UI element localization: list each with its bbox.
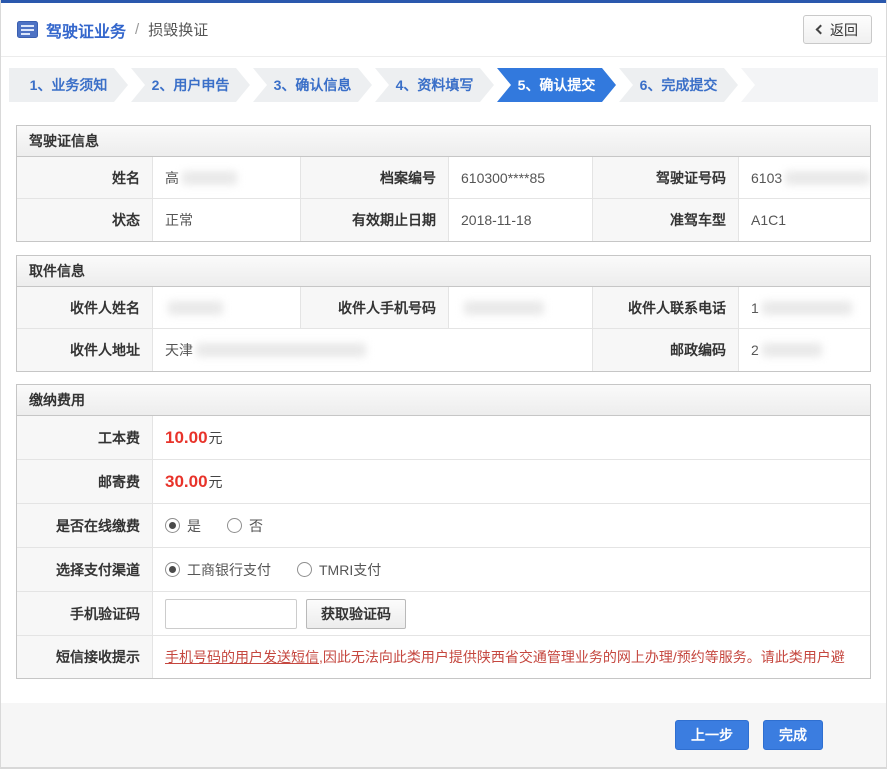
sms-notice-text: 因陕西省联通、电信运营商技术问题，陕西省互联网交通安全综合服务管理平台无法向持陕… bbox=[153, 636, 870, 678]
sms-code-row: 获取验证码 bbox=[153, 592, 870, 636]
channel-icbc-label: 工商银行支付 bbox=[187, 561, 271, 578]
step-5-confirm-submit[interactable]: 5、确认提交 bbox=[497, 68, 616, 102]
breadcrumb-divider: / bbox=[135, 21, 140, 38]
postal-code-value: 2 bbox=[739, 329, 870, 371]
step-label: 6、完成提交 bbox=[639, 77, 718, 93]
postage-fee-amount: 30.00 bbox=[165, 471, 208, 491]
online-yes-option[interactable]: 是 bbox=[165, 516, 201, 536]
name-value: 高 bbox=[153, 157, 301, 199]
license-business-icon bbox=[17, 21, 38, 38]
vehicle-class-label: 准驾车型 bbox=[593, 199, 739, 241]
postage-fee-unit: 元 bbox=[208, 473, 223, 490]
payment-section-title: 缴纳费用 bbox=[17, 385, 870, 416]
recipient-mobile-value bbox=[449, 287, 593, 329]
page: 驾驶证业务 / 损毁换证 返回 1、业务须知 2、用户申告 3、确认信息 4、资… bbox=[0, 0, 887, 769]
license-number-value: 6103 bbox=[739, 157, 870, 199]
status-value: 正常 bbox=[153, 199, 301, 241]
step-1-business-notice[interactable]: 1、业务须知 bbox=[9, 68, 128, 102]
back-button[interactable]: 返回 bbox=[803, 15, 872, 44]
step-wizard-tail bbox=[741, 68, 878, 102]
step-label: 1、业务须知 bbox=[29, 77, 108, 93]
work-fee-amount: 10.00 bbox=[165, 427, 208, 447]
step-label: 5、确认提交 bbox=[517, 77, 596, 93]
page-title-secondary: 损毁换证 bbox=[148, 22, 209, 39]
footer-action-bar: 上一步 完成 bbox=[1, 703, 886, 769]
file-number-value: 610300****85 bbox=[449, 157, 593, 199]
back-chevron-icon bbox=[815, 24, 826, 35]
postage-fee-value: 30.00 元 bbox=[153, 460, 870, 504]
license-info-section: 驾驶证信息 姓名 高 档案编号 610300****85 驾驶证号码 6103 … bbox=[16, 125, 871, 242]
sms-notice-label: 短信接收提示 bbox=[17, 636, 153, 678]
redacted-blob bbox=[785, 170, 870, 185]
license-number-label: 驾驶证号码 bbox=[593, 157, 739, 199]
step-6-complete-submit[interactable]: 6、完成提交 bbox=[619, 68, 738, 102]
online-yes-label: 是 bbox=[187, 517, 201, 534]
channel-tmri-label: TMRI支付 bbox=[319, 561, 382, 578]
radio-checked-icon[interactable] bbox=[165, 562, 180, 577]
online-no-label: 否 bbox=[249, 517, 263, 534]
postage-fee-label: 邮寄费 bbox=[17, 460, 153, 504]
recipient-address-label: 收件人地址 bbox=[17, 329, 153, 371]
get-sms-code-button[interactable]: 获取验证码 bbox=[306, 598, 406, 629]
previous-step-button[interactable]: 上一步 bbox=[675, 720, 749, 750]
online-payment-options: 是 否 bbox=[153, 504, 870, 548]
expiry-date-label: 有效期止日期 bbox=[301, 199, 449, 241]
redacted-blob bbox=[761, 343, 822, 357]
recipient-address-value: 天津 bbox=[153, 329, 593, 371]
step-2-user-declaration[interactable]: 2、用户申告 bbox=[131, 68, 250, 102]
step-label: 4、资料填写 bbox=[395, 77, 474, 93]
postal-code-label: 邮政编码 bbox=[593, 329, 739, 371]
back-button-label: 返回 bbox=[830, 21, 858, 38]
recipient-mobile-label: 收件人手机号码 bbox=[301, 287, 449, 329]
recipient-phone-label: 收件人联系电话 bbox=[593, 287, 739, 329]
recipient-name-label: 收件人姓名 bbox=[17, 287, 153, 329]
redacted-blob bbox=[182, 170, 237, 185]
redacted-blob bbox=[168, 300, 223, 315]
work-fee-unit: 元 bbox=[208, 429, 223, 446]
step-4-fill-data[interactable]: 4、资料填写 bbox=[375, 68, 494, 102]
name-label: 姓名 bbox=[17, 157, 153, 199]
online-no-option[interactable]: 否 bbox=[227, 516, 263, 536]
radio-unchecked-icon[interactable] bbox=[227, 518, 242, 533]
finish-button[interactable]: 完成 bbox=[763, 720, 823, 750]
redacted-blob bbox=[196, 343, 366, 357]
license-section-title: 驾驶证信息 bbox=[17, 126, 870, 157]
step-label: 2、用户申告 bbox=[151, 77, 230, 93]
sms-code-input[interactable] bbox=[165, 598, 297, 629]
redacted-blob bbox=[761, 300, 852, 315]
status-label: 状态 bbox=[17, 199, 153, 241]
payment-channel-label: 选择支付渠道 bbox=[17, 548, 153, 592]
channel-tmri-option[interactable]: TMRI支付 bbox=[297, 560, 381, 580]
file-number-label: 档案编号 bbox=[301, 157, 449, 199]
payment-channel-options: 工商银行支付 TMRI支付 bbox=[153, 548, 870, 592]
online-payment-label: 是否在线缴费 bbox=[17, 504, 153, 548]
radio-unchecked-icon[interactable] bbox=[297, 562, 312, 577]
recipient-phone-value: 1 bbox=[739, 287, 870, 329]
radio-checked-icon[interactable] bbox=[165, 518, 180, 533]
payment-section: 缴纳费用 工本费 10.00 元 邮寄费 30.00 元 是否在线缴费 是 否 … bbox=[16, 384, 871, 679]
redacted-blob bbox=[464, 300, 544, 315]
step-wizard: 1、业务须知 2、用户申告 3、确认信息 4、资料填写 5、确认提交 6、完成提… bbox=[9, 68, 878, 102]
pickup-info-section: 取件信息 收件人姓名 收件人手机号码 收件人联系电话 1 收件人地址 天津 邮政… bbox=[16, 255, 871, 372]
work-fee-label: 工本费 bbox=[17, 416, 153, 460]
breadcrumb: 驾驶证业务 / 损毁换证 bbox=[17, 18, 208, 42]
step-label: 3、确认信息 bbox=[273, 77, 352, 93]
page-header: 驾驶证业务 / 损毁换证 返回 bbox=[1, 3, 886, 57]
pickup-section-title: 取件信息 bbox=[17, 256, 870, 287]
page-title-primary: 驾驶证业务 bbox=[46, 23, 127, 41]
work-fee-value: 10.00 元 bbox=[153, 416, 870, 460]
recipient-name-value bbox=[153, 287, 301, 329]
channel-icbc-option[interactable]: 工商银行支付 bbox=[165, 560, 271, 580]
step-3-confirm-info[interactable]: 3、确认信息 bbox=[253, 68, 372, 102]
sms-code-label: 手机验证码 bbox=[17, 592, 153, 636]
vehicle-class-value: A1C1 bbox=[739, 199, 870, 241]
expiry-date-value: 2018-11-18 bbox=[449, 199, 593, 241]
